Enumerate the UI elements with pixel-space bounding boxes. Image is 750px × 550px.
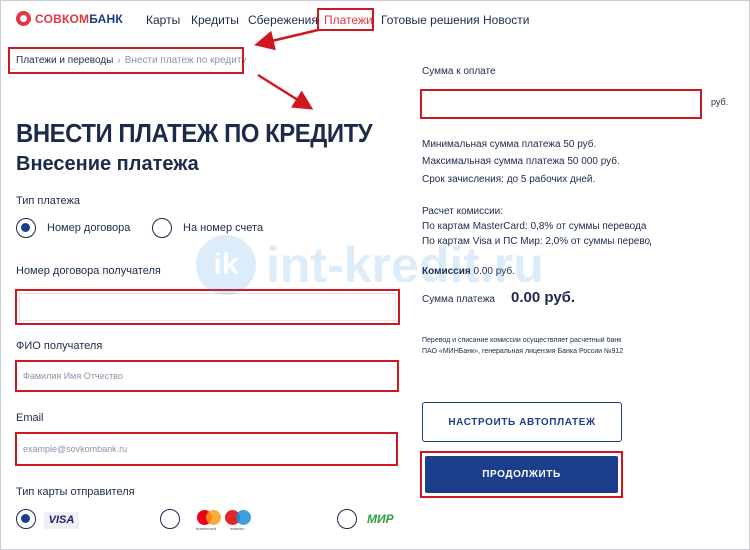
commission-value: 0.00 руб. <box>473 266 515 277</box>
amount-unit: руб. <box>711 97 729 107</box>
amount-label: Сумма к оплате <box>422 66 496 77</box>
page-subtitle: Внесение платежа <box>16 153 199 175</box>
total-value: 0.00 руб. <box>511 289 576 306</box>
commission-label: Комиссия <box>422 266 471 277</box>
fine-print-line-2: ПАО «МИНБанк», генеральная лицензия Банк… <box>422 348 624 355</box>
fee-visa-mir-text: По картам Visa и ПС Мир: 2,0% от суммы п… <box>422 236 651 247</box>
nav-item-news[interactable]: Новости <box>483 13 529 27</box>
min-amount-text: Минимальная сумма платежа 50 руб. <box>422 139 597 150</box>
logo-text-red: СОВКОМ <box>35 11 90 26</box>
page-title: ВНЕСТИ ПЛАТЕЖ ПО КРЕДИТУ <box>16 118 373 148</box>
setup-autopay-button[interactable]: НАСТРОИТЬ АВТОПЛАТЕЖ <box>422 402 622 442</box>
mastercard-logo-icon-right <box>206 510 221 525</box>
radio-card-mir[interactable] <box>337 509 357 529</box>
nav-item-credits[interactable]: Кредиты <box>191 13 239 27</box>
email-field <box>15 432 398 466</box>
radio-account-number[interactable] <box>152 218 172 238</box>
fee-title: Расчет комиссии: <box>422 206 504 217</box>
amount-input[interactable] <box>428 91 679 117</box>
email-input[interactable] <box>23 434 365 464</box>
amount-field <box>420 89 702 119</box>
payment-type-label: Тип платежа <box>16 195 81 207</box>
nav-item-ready-solutions[interactable]: Готовые решения <box>381 13 480 27</box>
contract-number-input[interactable] <box>26 294 364 320</box>
radio-card-mastercard[interactable] <box>160 509 180 529</box>
recipient-name-label: ФИО получателя <box>16 340 103 352</box>
radio-account-number-label[interactable]: На номер счета <box>183 222 263 234</box>
highlight-nav-payments <box>317 8 374 31</box>
maestro-logo-icon-right <box>236 510 251 525</box>
mastercard-caption: mastercard <box>196 526 217 531</box>
contract-number-label: Номер договора получателя <box>16 265 161 277</box>
contract-number-field <box>15 289 400 325</box>
max-amount-text: Максимальная сумма платежа 50 000 руб. <box>422 156 620 167</box>
fine-print-line-1: Перевод и списание комиссии осуществляет… <box>422 337 622 344</box>
nav-item-cards[interactable]: Карты <box>146 13 180 27</box>
logo-text: СОВКОМБАНК <box>35 12 123 26</box>
radio-contract-number[interactable] <box>16 218 36 238</box>
commission-row: Комиссия 0.00 руб. <box>422 266 515 277</box>
card-type-label: Тип карты отправителя <box>16 486 135 498</box>
visa-logo-icon: VISA <box>44 512 79 529</box>
logo-text-blue: БАНК <box>89 11 123 26</box>
fee-mastercard-text: По картам MasterCard: 0,8% от суммы пере… <box>422 221 647 232</box>
highlight-breadcrumb <box>8 47 244 74</box>
sovcombank-logo[interactable]: СОВКОМБАНК <box>16 11 123 26</box>
recipient-name-input[interactable] <box>23 362 365 390</box>
mir-logo-icon: МИР <box>367 512 394 526</box>
recipient-name-field <box>15 360 399 392</box>
continue-button[interactable]: ПРОДОЛЖИТЬ <box>425 456 618 493</box>
radio-contract-number-label[interactable]: Номер договора <box>47 222 130 234</box>
nav-item-savings[interactable]: Сбережения <box>248 13 318 27</box>
email-label: Email <box>16 412 44 424</box>
contract-number-box <box>19 293 396 321</box>
maestro-caption: maestro <box>230 526 245 531</box>
logo-mark-icon <box>16 11 31 26</box>
total-label: Сумма платежа <box>422 294 495 305</box>
term-text: Срок зачисления: до 5 рабочих дней. <box>422 174 596 185</box>
radio-card-visa[interactable] <box>16 509 36 529</box>
